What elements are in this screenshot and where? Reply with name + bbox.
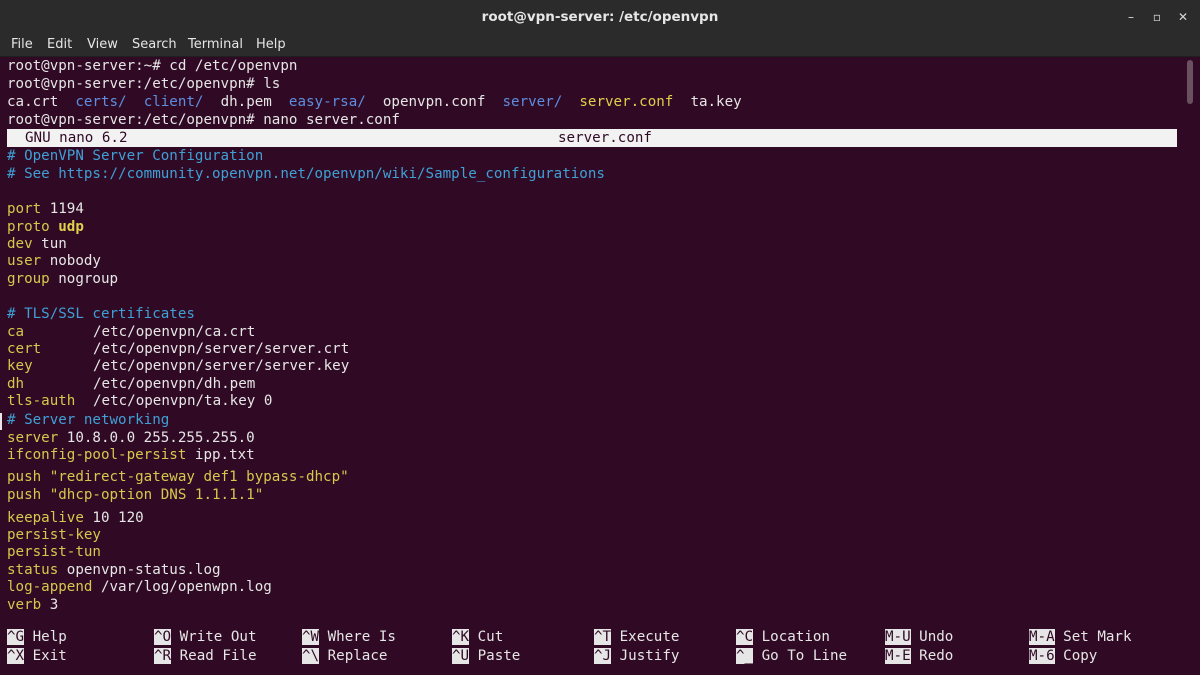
config-line-keepalive: keepalive 10 120 — [7, 510, 144, 526]
config-comment: # TLS/SSL certificates — [7, 306, 195, 322]
ls-entry: certs/ — [75, 94, 127, 110]
window-titlebar: root@vpn-server: /etc/openvpn – ▫ ✕ — [0, 0, 1200, 34]
config-line-group: group nogroup — [7, 271, 119, 287]
menu-file[interactable]: File — [11, 34, 33, 56]
ls-entry: ta.key — [690, 94, 742, 110]
nano-filename: server.conf — [558, 130, 652, 146]
config-line-dh: dh — [7, 376, 25, 392]
shortcut-copy: M-6 Copy — [1029, 648, 1098, 664]
config-line-persist-tun: persist-tun — [7, 544, 101, 560]
shortcut-justify: ^J Justify — [594, 648, 680, 664]
ls-entry: dh.pem — [220, 94, 272, 110]
close-icon[interactable]: ✕ — [1174, 8, 1192, 26]
shell-line-cd: root@vpn-server:~# cd /etc/openvpn — [7, 58, 298, 74]
config-line-log-append: log-append /var/log/openwpn.log — [7, 579, 272, 595]
ls-entry: server.conf — [579, 94, 674, 110]
config-line-push: push "dhcp-option DNS 1.1.1.1" — [7, 487, 264, 503]
config-line-cert: cert — [7, 341, 42, 357]
menu-terminal[interactable]: Terminal — [188, 34, 243, 56]
config-line-persist-key: persist-key — [7, 527, 101, 543]
config-line-ifconfig: ifconfig-pool-persist ipp.txt — [7, 447, 255, 463]
menubar: File Edit View Search Terminal Help — [0, 34, 1200, 57]
shell-line-nano: root@vpn-server:/etc/openvpn# nano serve… — [7, 112, 400, 128]
shortcut-help: ^G Help — [7, 629, 67, 645]
scrollbar-thumb[interactable] — [1187, 60, 1193, 104]
config-line-user: user nobody — [7, 253, 101, 269]
shortcut-paste: ^U Paste — [452, 648, 521, 664]
window-title: root@vpn-server: /etc/openvpn — [481, 9, 719, 25]
ls-entry: easy-rsa/ — [288, 94, 366, 110]
shell-line-ls: root@vpn-server:/etc/openvpn# ls — [7, 76, 281, 92]
shortcut-exit: ^X Exit — [7, 648, 67, 664]
config-value-cert: /etc/openvpn/server/server.crt — [93, 341, 350, 357]
shortcut-where-is: ^W Where Is — [302, 629, 396, 645]
maximize-icon[interactable]: ▫ — [1148, 8, 1166, 26]
config-comment: # Server networking — [7, 412, 170, 428]
shortcut-undo: M-U Undo — [885, 629, 954, 645]
nano-version: GNU nano 6.2 — [25, 130, 128, 146]
config-line-ca: ca — [7, 324, 25, 340]
shortcut-go-to-line: ^_ Go To Line — [736, 648, 848, 664]
shortcut-redo: M-E Redo — [885, 648, 954, 664]
shortcut-location: ^C Location — [736, 629, 830, 645]
text-cursor — [0, 413, 2, 430]
config-comment: # See https://community.openvpn.net/open… — [7, 166, 605, 182]
shortcut-read-file: ^R Read File — [154, 648, 257, 664]
menu-edit[interactable]: Edit — [47, 34, 72, 56]
ls-entry: server/ — [502, 94, 563, 110]
nano-title-bar: GNU nano 6.2 server.conf — [7, 129, 1177, 147]
config-line-key: key — [7, 358, 33, 374]
shortcut-set-mark: M-A Set Mark — [1029, 629, 1132, 645]
terminal-area[interactable]: root@vpn-server:~# cd /etc/openvpn root@… — [0, 57, 1200, 675]
config-line-tls-auth: tls-auth — [7, 393, 76, 409]
menu-help[interactable]: Help — [256, 34, 286, 56]
config-value-ca: /etc/openvpn/ca.crt — [93, 324, 256, 340]
ls-entry: ca.crt — [7, 94, 59, 110]
ls-entry: openvpn.conf — [382, 94, 486, 110]
config-line-server: server 10.8.0.0 255.255.255.0 — [7, 430, 255, 446]
config-line-port: port 1194 — [7, 201, 84, 217]
config-line-push: push "redirect-gateway def1 bypass-dhcp" — [7, 469, 349, 485]
shortcut-write-out: ^O Write Out — [154, 629, 257, 645]
menu-view[interactable]: View — [87, 34, 118, 56]
config-line-status: status openvpn-status.log — [7, 562, 221, 578]
config-value-tls-auth: /etc/openvpn/ta.key 0 — [93, 393, 273, 409]
config-line-verb: verb 3 — [7, 597, 59, 613]
scrollbar[interactable] — [1187, 60, 1193, 670]
ls-output: ca.crt certs/ client/ dh.pem easy-rsa/ o… — [7, 93, 742, 111]
config-line-proto: proto udp — [7, 219, 84, 235]
shortcut-cut: ^K Cut — [452, 629, 504, 645]
config-value-dh: /etc/openvpn/dh.pem — [93, 376, 256, 392]
ls-entry: client/ — [143, 94, 204, 110]
minimize-icon[interactable]: – — [1122, 8, 1140, 26]
menu-search[interactable]: Search — [132, 34, 177, 56]
shortcut-replace: ^\ Replace — [302, 648, 388, 664]
config-line-dev: dev tun — [7, 236, 67, 252]
shortcut-execute: ^T Execute — [594, 629, 680, 645]
config-comment: # OpenVPN Server Configuration — [7, 148, 264, 164]
config-value-key: /etc/openvpn/server/server.key — [93, 358, 350, 374]
